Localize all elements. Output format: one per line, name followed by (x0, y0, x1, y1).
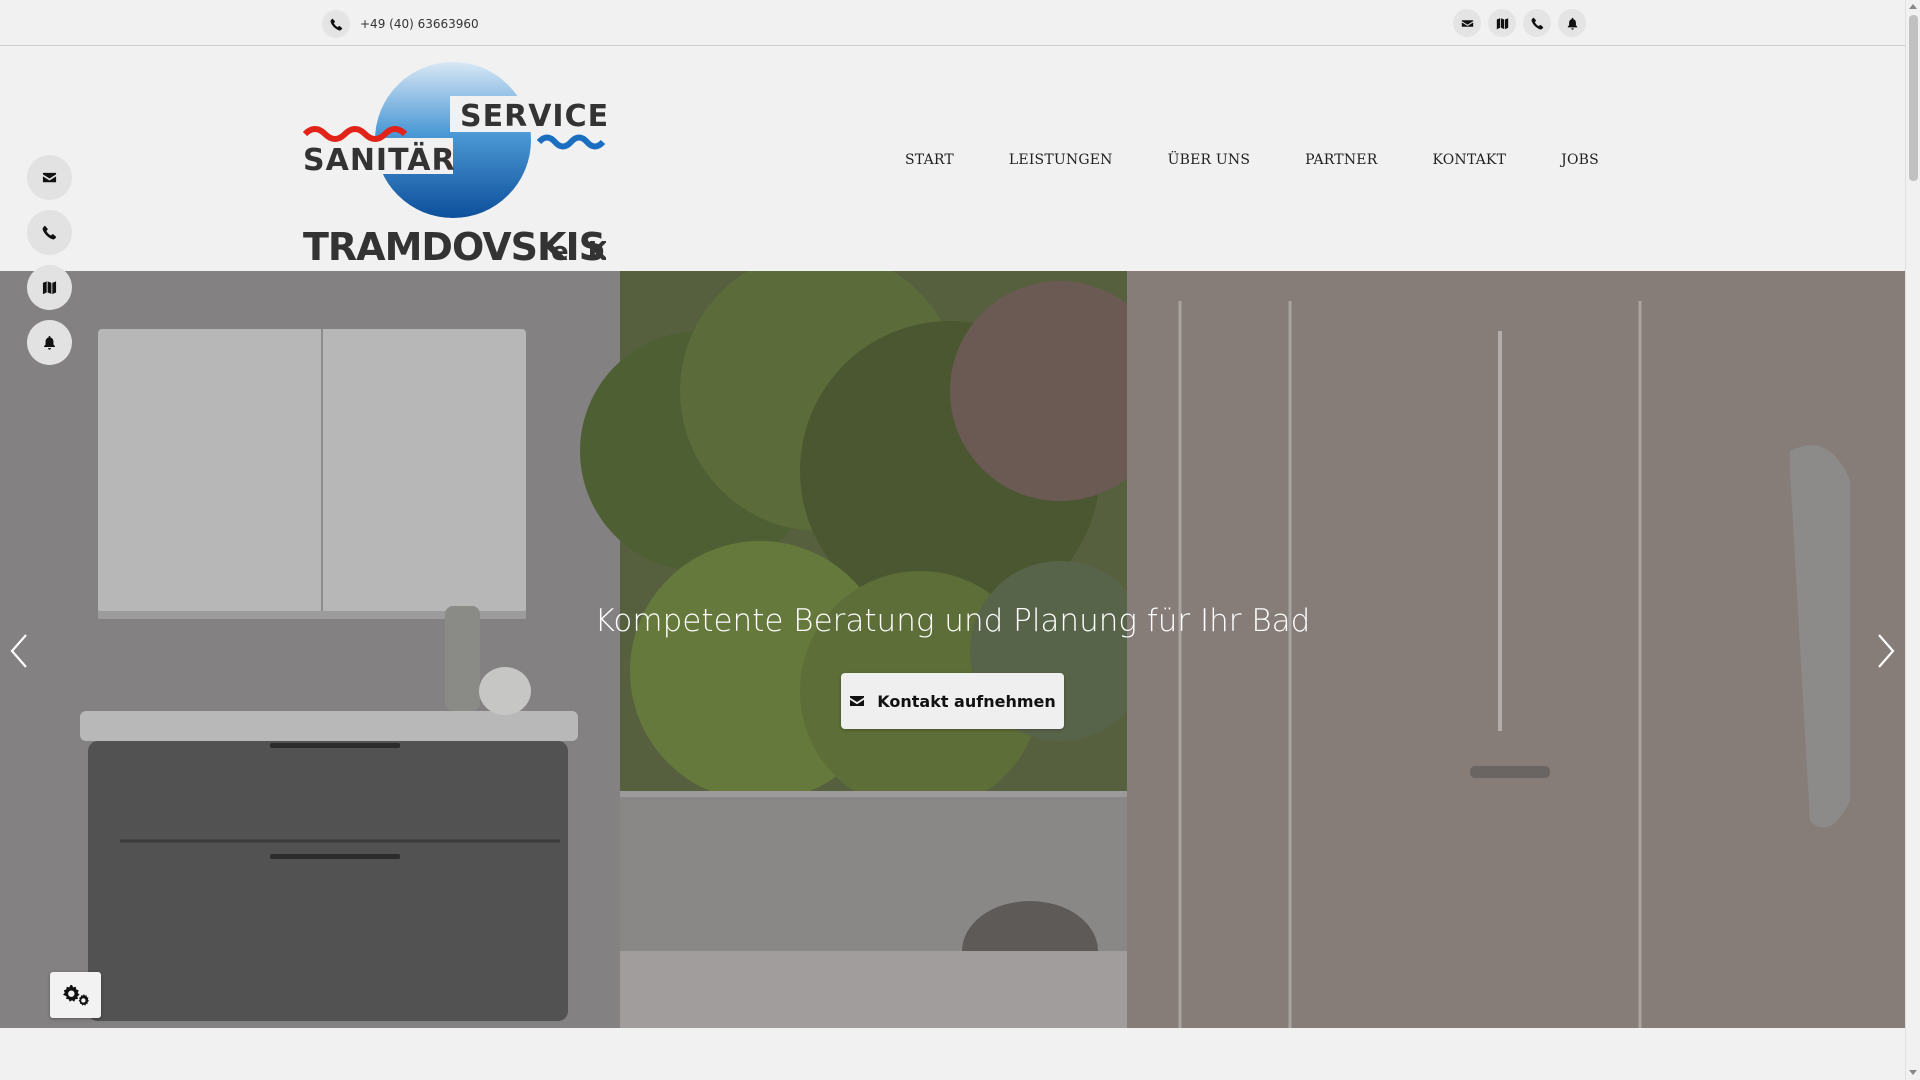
slider-next-button[interactable] (1873, 631, 1897, 671)
side-notification-button[interactable] (27, 320, 72, 365)
envelope-icon[interactable] (1453, 9, 1481, 37)
phone-icon (42, 225, 57, 240)
page: +49 (40) 63663960 SERVICE SANITÄR TRAMDO… (0, 0, 1905, 1080)
page-scrollbar[interactable] (1905, 0, 1920, 1080)
phone-icon (322, 10, 350, 38)
nav-kontakt[interactable]: KONTAKT (1432, 152, 1506, 168)
nav-partner[interactable]: PARTNER (1305, 152, 1377, 168)
nav-jobs[interactable]: JOBS (1561, 152, 1599, 168)
gears-icon (62, 985, 89, 1006)
contact-cta-label: Kontakt aufnehmen (877, 691, 1056, 711)
envelope-icon (42, 172, 57, 183)
scroll-down-arrow-icon[interactable] (1909, 1070, 1917, 1075)
bell-icon[interactable] (1558, 9, 1586, 37)
nav-ueber-uns[interactable]: ÜBER UNS (1168, 152, 1251, 168)
hero-slider: Kompetente Beratung und Planung für Ihr … (0, 271, 1905, 1028)
cookie-settings-button[interactable] (50, 972, 101, 1018)
company-logo[interactable]: SERVICE SANITÄR TRAMDOVSKIS e. K. (302, 60, 618, 272)
map-icon[interactable] (1488, 9, 1516, 37)
nav-leistungen[interactable]: LEISTUNGEN (1009, 152, 1113, 168)
top-icon-group (1453, 9, 1586, 37)
header: SERVICE SANITÄR TRAMDOVSKIS e. K. START … (0, 47, 1905, 271)
side-map-button[interactable] (27, 265, 72, 310)
main-nav: START LEISTUNGEN ÜBER UNS PARTNER KONTAK… (905, 152, 1654, 168)
bell-icon (44, 335, 55, 350)
chevron-right-icon (1878, 634, 1895, 668)
phone-icon[interactable] (1523, 9, 1551, 37)
scroll-up-arrow-icon[interactable] (1909, 4, 1917, 9)
hero-title: Kompetente Beratung und Planung für Ihr … (594, 603, 1311, 639)
envelope-icon (850, 696, 865, 706)
hero-background-image (0, 271, 1905, 1028)
svg-text:SANITÄR: SANITÄR (303, 142, 456, 178)
svg-text:SERVICE: SERVICE (460, 99, 606, 134)
map-icon (42, 281, 57, 295)
side-contact-buttons (27, 155, 72, 365)
top-phone-number: +49 (40) 63663960 (360, 17, 479, 31)
top-bar: +49 (40) 63663960 (0, 0, 1905, 46)
slider-prev-button[interactable] (8, 631, 32, 671)
svg-text:e. K.: e. K. (551, 237, 606, 267)
scrollbar-thumb[interactable] (1909, 15, 1918, 181)
side-phone-button[interactable] (27, 210, 72, 255)
nav-start[interactable]: START (905, 152, 954, 168)
top-phone-link[interactable]: +49 (40) 63663960 (322, 10, 479, 38)
chevron-left-icon (10, 634, 27, 668)
side-email-button[interactable] (27, 155, 72, 200)
contact-cta-button[interactable]: Kontakt aufnehmen (841, 673, 1064, 729)
